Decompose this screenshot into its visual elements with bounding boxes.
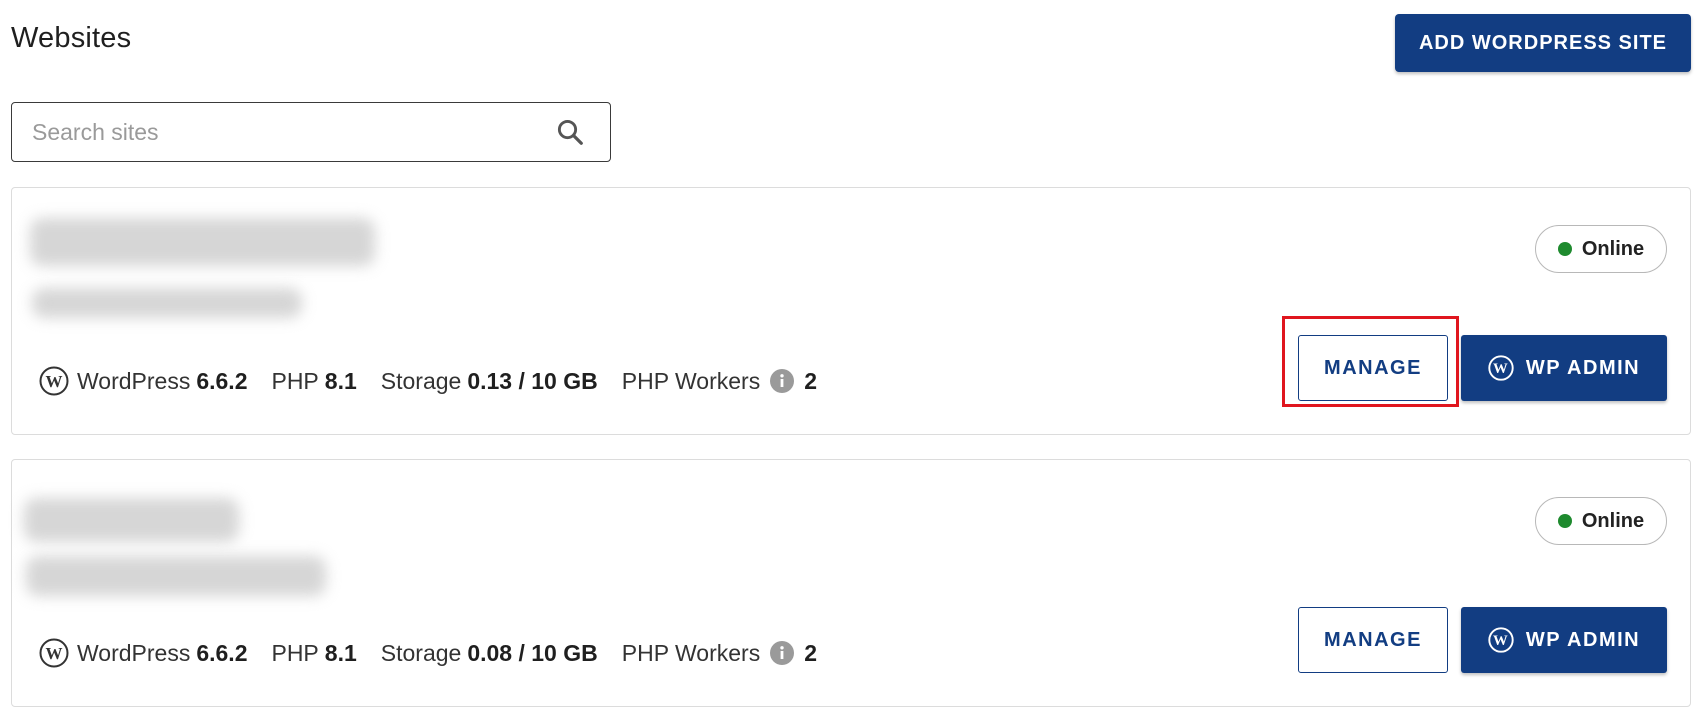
storage-label: Storage (380, 639, 462, 666)
search-input[interactable] (12, 103, 540, 161)
manage-button[interactable]: MANAGE (1298, 335, 1448, 401)
add-wordpress-site-button[interactable]: ADD WORDPRESS SITE (1395, 14, 1691, 72)
manage-button[interactable]: MANAGE (1298, 607, 1448, 673)
wp-admin-button[interactable]: W WP ADMIN (1461, 607, 1667, 673)
wp-admin-label: WP ADMIN (1525, 356, 1641, 379)
php-workers-label: PHP Workers (621, 367, 761, 394)
site-meta: W WordPress 6.6.2 PHP 8.1 Storage 0.08 /… (39, 638, 841, 668)
wp-admin-button[interactable]: W WP ADMIN (1461, 335, 1667, 401)
search-icon[interactable] (540, 102, 600, 162)
storage-label: Storage (380, 367, 462, 394)
status-badge: Online (1535, 497, 1667, 545)
wordpress-logo-icon: W (1488, 627, 1514, 653)
svg-text:W: W (46, 644, 63, 663)
svg-text:W: W (1493, 633, 1509, 649)
online-status-dot (1557, 242, 1572, 256)
online-status-dot (1557, 514, 1572, 528)
storage-value: 0.08 / 10 GB (467, 639, 598, 666)
php-version: 8.1 (324, 367, 357, 394)
platform-label: WordPress (77, 639, 191, 666)
platform-label: WordPress (77, 367, 191, 394)
php-workers-value: 2 (804, 639, 818, 666)
platform-version: 6.6.2 (196, 367, 248, 394)
wp-admin-label: WP ADMIN (1525, 628, 1641, 651)
wordpress-logo-icon: W (39, 366, 69, 396)
php-workers-label: PHP Workers (621, 639, 761, 666)
page-title: Websites (11, 22, 132, 54)
svg-text:W: W (46, 372, 63, 391)
site-domain-redacted (26, 556, 326, 596)
site-card: Online W WordPress 6.6.2 PHP 8.1 Storage… (11, 459, 1691, 707)
svg-text:W: W (1493, 361, 1509, 377)
status-label: Online (1581, 509, 1645, 532)
platform-version: 6.6.2 (196, 639, 248, 666)
wordpress-logo-icon: W (39, 638, 69, 668)
status-label: Online (1581, 237, 1645, 260)
php-workers-value: 2 (804, 367, 818, 394)
site-name-redacted (30, 218, 375, 266)
site-domain-redacted (32, 288, 302, 318)
wordpress-logo-icon: W (1488, 355, 1514, 381)
storage-value: 0.13 / 10 GB (467, 367, 598, 394)
search-box (11, 102, 611, 162)
site-name-redacted (24, 498, 239, 542)
info-icon[interactable] (770, 369, 795, 393)
php-label: PHP (271, 639, 319, 666)
site-meta: W WordPress 6.6.2 PHP 8.1 Storage 0.13 /… (39, 366, 841, 396)
site-card: Online W WordPress 6.6.2 PHP 8.1 Storage… (11, 187, 1691, 435)
php-version: 8.1 (324, 639, 357, 666)
php-label: PHP (271, 367, 319, 394)
status-badge: Online (1535, 225, 1667, 273)
info-icon[interactable] (770, 641, 795, 665)
